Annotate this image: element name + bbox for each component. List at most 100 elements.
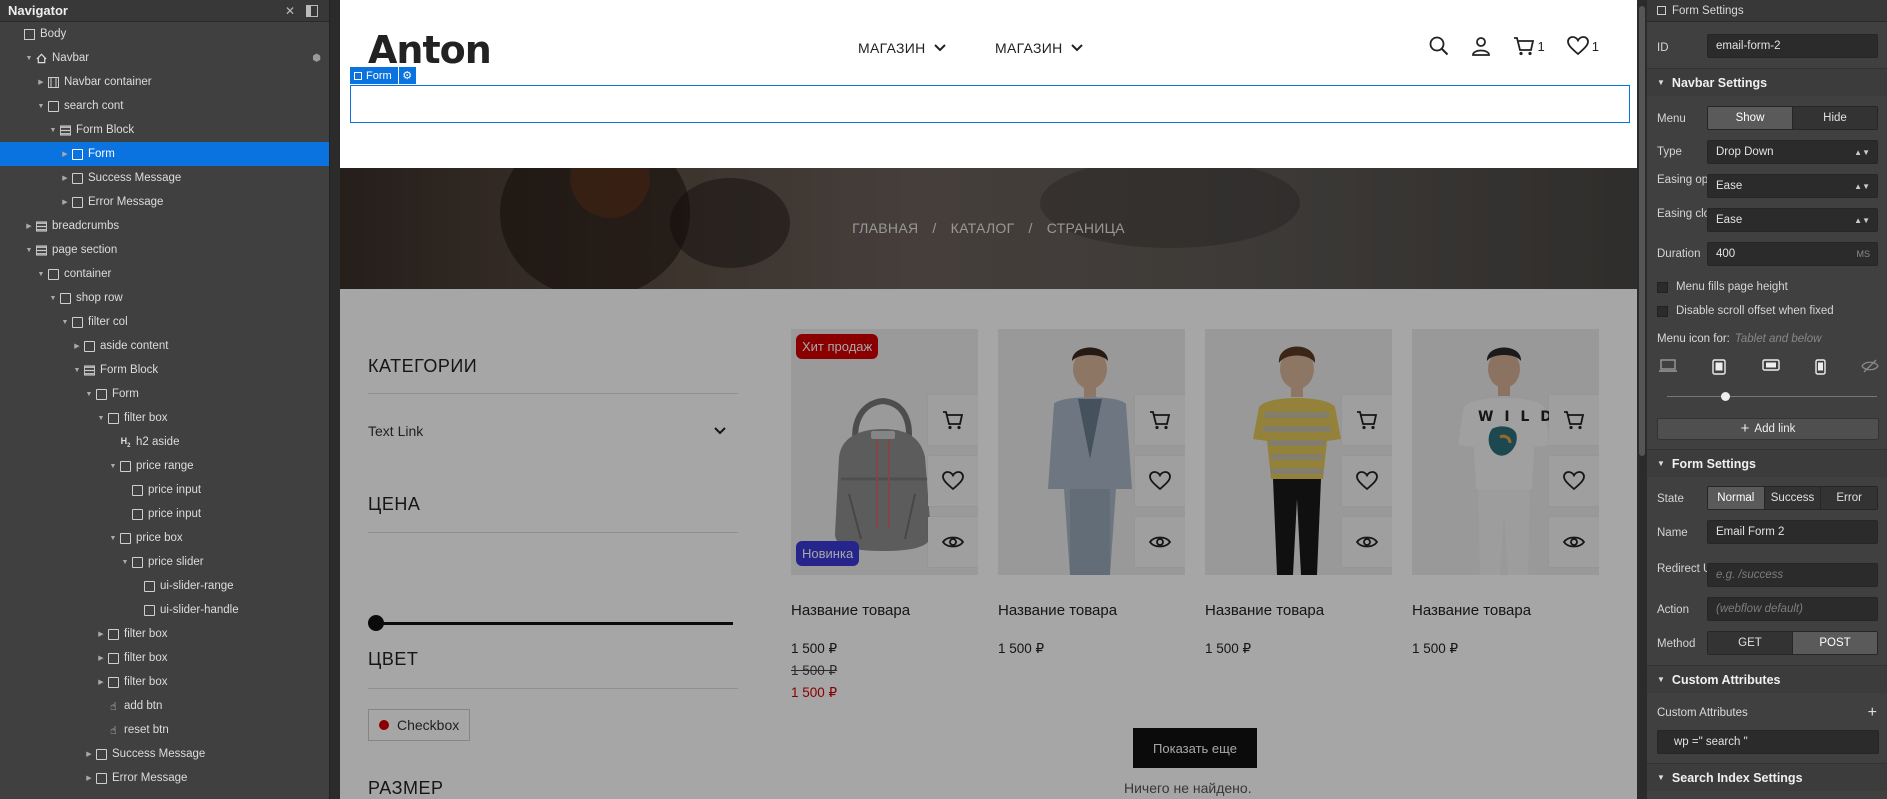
product-name[interactable]: Название товара [1205, 602, 1392, 619]
navigator-item[interactable]: ▶ filter box [0, 670, 329, 694]
duration-input[interactable]: 400 MS [1707, 242, 1878, 266]
navigator-item[interactable]: ui-slider-range [0, 574, 329, 598]
checkbox[interactable] [1657, 281, 1668, 293]
id-input[interactable]: email-form-2 [1707, 34, 1878, 58]
add-to-cart-button[interactable] [1135, 395, 1185, 445]
quick-view-button[interactable] [1342, 517, 1392, 567]
add-link-button[interactable]: + Add link [1657, 418, 1879, 440]
caret-down-icon[interactable]: ▼ [36, 271, 46, 278]
caret-down-icon[interactable]: ▼ [60, 319, 70, 326]
menu-toggle[interactable]: Show Hide [1707, 106, 1878, 130]
mobile-landscape-icon[interactable] [1761, 359, 1780, 371]
product-name[interactable]: Название товара [791, 602, 978, 619]
navigator-item[interactable]: ▼ Form [0, 382, 329, 406]
navigator-item[interactable]: ▼ filter box [0, 406, 329, 430]
caret-down-icon[interactable]: ▼ [120, 559, 130, 566]
breakpoint-slider[interactable] [1667, 396, 1877, 397]
menu-hide-option[interactable]: Hide [1793, 107, 1877, 129]
mobile-portrait-icon[interactable] [1815, 359, 1826, 375]
product-image[interactable] [1205, 329, 1392, 575]
custom-attribute-item[interactable]: wp =" search " [1657, 730, 1879, 754]
caret-right-icon[interactable]: ▶ [96, 654, 106, 662]
wishlist-button[interactable] [1342, 456, 1392, 506]
search-icon[interactable] [1429, 36, 1449, 56]
caret-right-icon[interactable]: ▶ [84, 774, 94, 782]
navigator-item[interactable]: ▼ Form Block [0, 358, 329, 382]
navigator-item[interactable]: ▶ aside content [0, 334, 329, 358]
navigator-item[interactable]: ▶ Success Message [0, 166, 329, 190]
method-toggle[interactable]: GET POST [1707, 631, 1878, 655]
navigator-item[interactable]: ▼ search cont [0, 94, 329, 118]
canvas-scrollbar-thumb[interactable] [1639, 6, 1645, 456]
desktop-icon[interactable] [1659, 359, 1677, 373]
navigator-item[interactable]: ▼ container [0, 262, 329, 286]
action-input[interactable]: (webflow default) [1707, 597, 1878, 621]
show-more-button[interactable]: Показать еще [1133, 728, 1257, 768]
navigator-item[interactable]: ▶ breadcrumbs [0, 214, 329, 238]
caret-right-icon[interactable]: ▶ [60, 174, 70, 182]
easing-open-select[interactable]: Ease ▲▼ [1707, 174, 1878, 198]
caret-down-icon[interactable]: ▼ [108, 463, 118, 470]
breakpoint-slider-handle[interactable] [1721, 392, 1730, 401]
redirect-url-input[interactable]: e.g. /success [1707, 563, 1878, 587]
product-card[interactable]: Название товара 1 500 ₽ [998, 329, 1185, 660]
state-normal-option[interactable]: Normal [1708, 487, 1765, 509]
navigator-item[interactable]: ui-slider-handle [0, 598, 329, 622]
caret-right-icon[interactable]: ▶ [60, 150, 70, 158]
navigator-item[interactable]: ▼ price range [0, 454, 329, 478]
caret-right-icon[interactable]: ▶ [84, 750, 94, 758]
price-slider-track[interactable] [370, 622, 733, 625]
dock-panel-icon[interactable] [303, 2, 321, 20]
caret-right-icon[interactable]: ▶ [24, 222, 34, 230]
navigator-item[interactable]: ▼ filter col [0, 310, 329, 334]
menu-item-shop-1[interactable]: МАГАЗИН [858, 40, 946, 56]
caret-right-icon[interactable]: ▶ [96, 630, 106, 638]
caret-down-icon[interactable]: ▼ [84, 391, 94, 398]
product-card[interactable]: W I L D Название товара 1 500 ₽ [1412, 329, 1599, 660]
navigator-item[interactable]: H2 h2 aside [0, 430, 329, 454]
caret-down-icon[interactable]: ▼ [36, 103, 46, 110]
caret-right-icon[interactable]: ▶ [36, 78, 46, 86]
checkbox[interactable] [1657, 305, 1668, 317]
breadcrumb-catalog[interactable]: КАТАЛОГ [951, 220, 1015, 236]
navigator-item[interactable]: ▶ Success Message [0, 742, 329, 766]
wishlist-button[interactable] [1135, 456, 1185, 506]
caret-down-icon[interactable]: ▼ [96, 415, 106, 422]
color-checkbox[interactable]: Checkbox [368, 709, 471, 741]
easing-close-select[interactable]: Ease ▲▼ [1707, 208, 1878, 232]
add-to-cart-button[interactable] [928, 395, 978, 445]
caret-right-icon[interactable]: ▶ [60, 198, 70, 206]
menu-fills-checkbox[interactable]: Menu fills page height [1657, 281, 1788, 293]
product-name[interactable]: Название товара [1412, 602, 1599, 619]
navigator-item[interactable]: Body [0, 22, 329, 46]
cart-button[interactable]: 1 [1513, 36, 1545, 56]
navigator-item[interactable]: ▶ filter box [0, 646, 329, 670]
product-image[interactable]: Хит продаж Новинка [791, 329, 978, 575]
method-get-option[interactable]: GET [1708, 632, 1793, 654]
selected-element-tag[interactable]: Form ⚙ [350, 67, 416, 84]
menu-show-option[interactable]: Show [1708, 107, 1793, 129]
quick-view-button[interactable] [1135, 517, 1185, 567]
navigator-item[interactable]: ☝ reset btn [0, 718, 329, 742]
quick-view-button[interactable] [928, 517, 978, 567]
product-card[interactable]: Хит продаж Новинка Название товара 1 500… [791, 329, 978, 704]
state-success-option[interactable]: Success [1764, 487, 1822, 509]
navigator-item[interactable]: ▼ price box [0, 526, 329, 550]
design-canvas[interactable]: Anton МАГАЗИН МАГАЗИН 1 1 Form ⚙ ГЛАВНАЯ… [340, 0, 1637, 799]
navigator-item[interactable]: ▶ Navbar container [0, 70, 329, 94]
navigator-item[interactable]: price input [0, 478, 329, 502]
close-icon[interactable]: ✕ [281, 2, 299, 20]
form-settings-section[interactable]: ▼ Form Settings [1647, 449, 1887, 477]
caret-down-icon[interactable]: ▼ [24, 55, 34, 62]
caret-down-icon[interactable]: ▼ [72, 367, 82, 374]
site-logo[interactable]: Anton [368, 28, 492, 72]
method-post-option[interactable]: POST [1793, 632, 1877, 654]
navigator-item[interactable]: price input [0, 502, 329, 526]
gear-icon[interactable]: ⚙ [398, 67, 416, 84]
plus-icon[interactable]: + [1868, 704, 1877, 722]
caret-right-icon[interactable]: ▶ [96, 678, 106, 686]
navigator-item[interactable]: ▼ Form Block [0, 118, 329, 142]
wishlist-button[interactable] [1549, 456, 1599, 506]
state-toggle[interactable]: Normal Success Error [1707, 486, 1878, 510]
form-name-input[interactable]: Email Form 2 [1707, 520, 1878, 544]
